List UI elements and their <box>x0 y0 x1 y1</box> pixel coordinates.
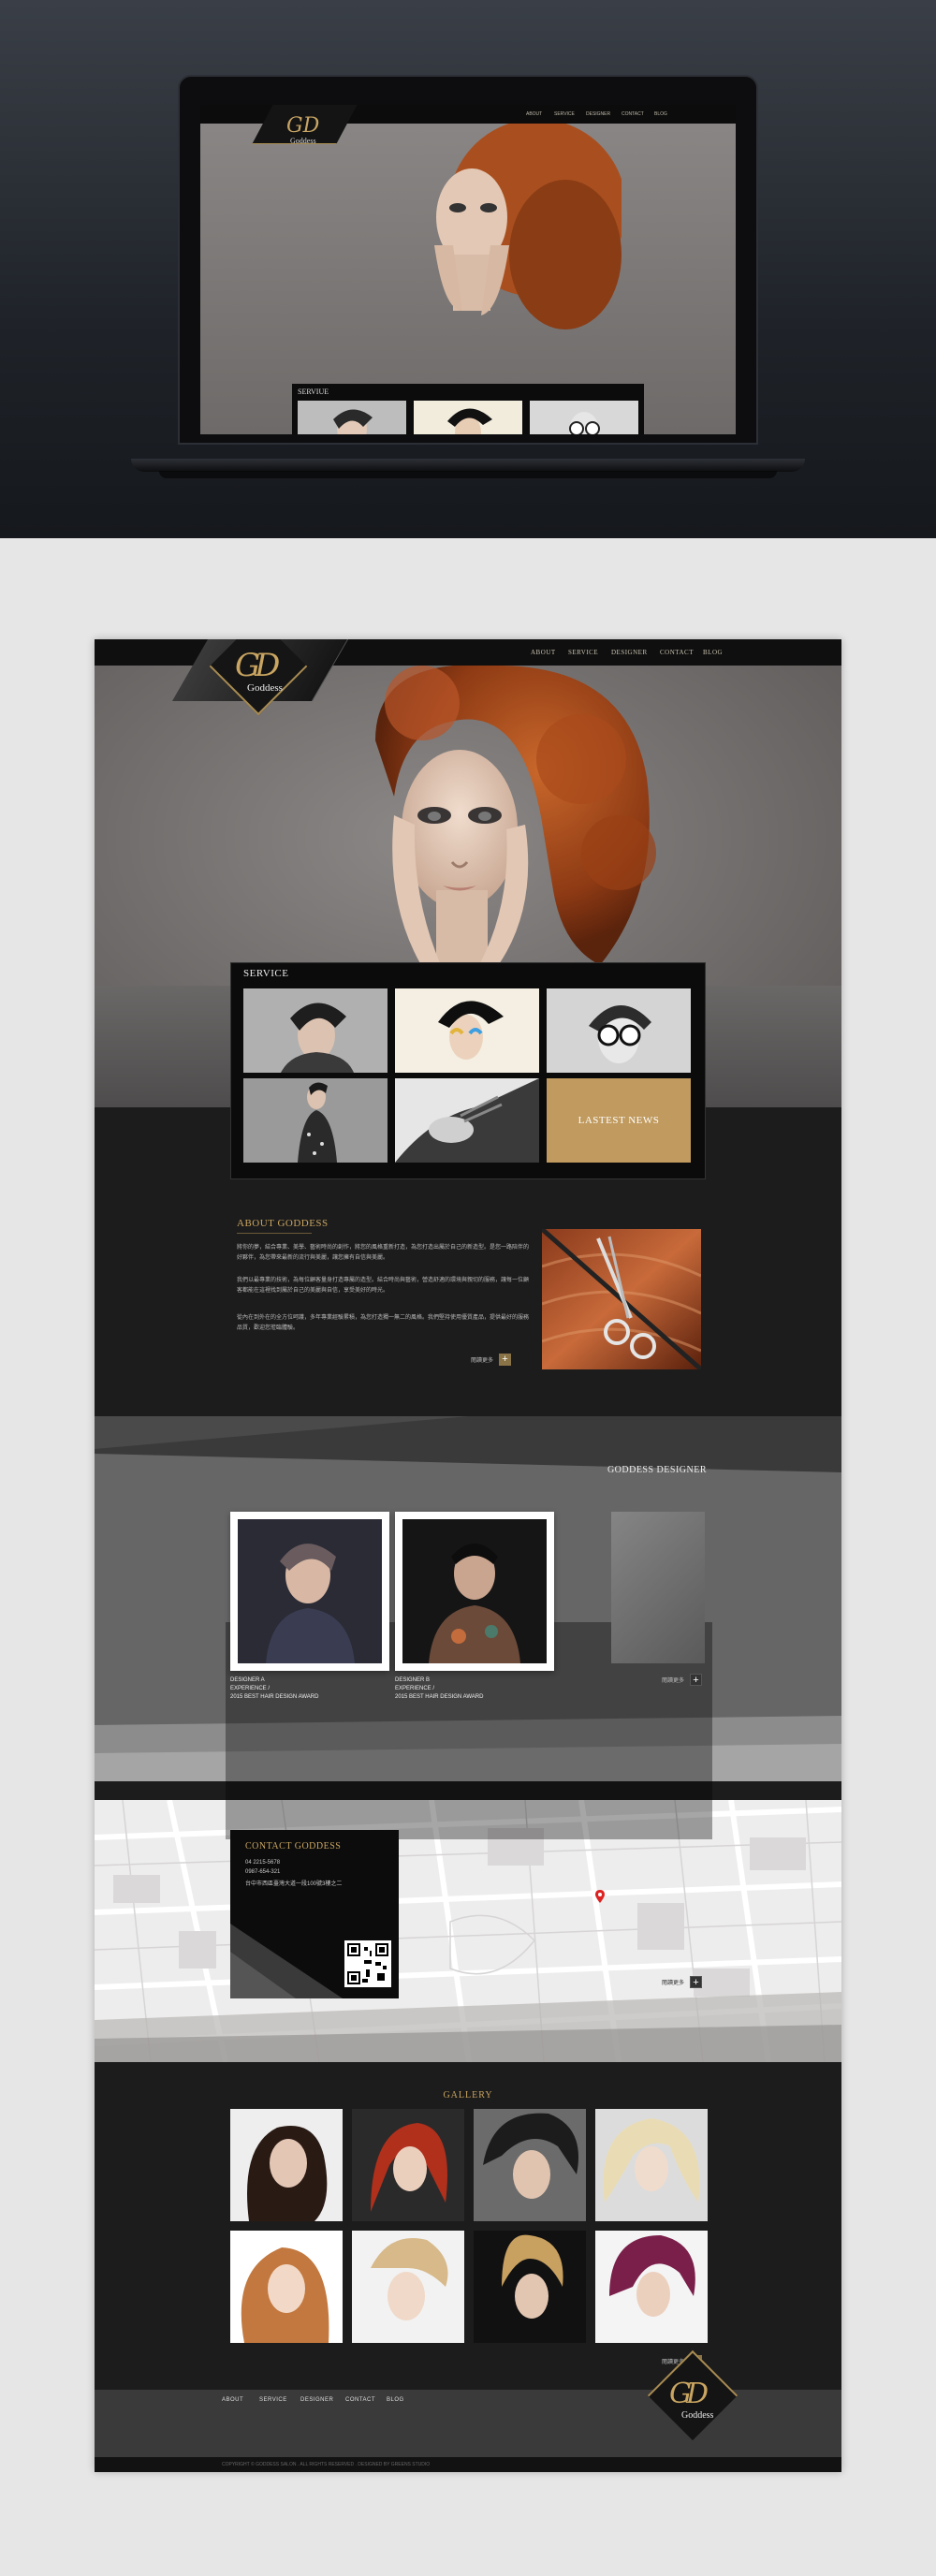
logo-mark[interactable]: GD <box>235 647 280 684</box>
designer-more-link[interactable]: 閱讀更多 + <box>662 1673 703 1686</box>
footer-nav-blog[interactable]: BLOG <box>387 2397 404 2403</box>
mini-nav-blog: BLOG <box>654 111 667 117</box>
map-pin-icon[interactable] <box>595 1890 605 1903</box>
contact-more-label: 閱讀更多 <box>662 1980 685 1986</box>
mini-nav-service: SERVICE <box>554 111 575 117</box>
laptop-mockup: ABOUT SERVICE DESIGNER CONTACT BLOG GD G… <box>178 75 758 445</box>
about-divider <box>237 1233 312 1234</box>
website-page: ABOUT SERVICE DESIGNER CONTACT BLOG ABOU… <box>95 639 841 2472</box>
designer-photo <box>238 1519 382 1663</box>
laptop-base <box>131 459 805 472</box>
copyright-text: COPYRIGHT © GODDESS SALON . ALL RIGHTS R… <box>222 2462 431 2467</box>
service-thumb[interactable] <box>395 988 539 1073</box>
nav-designer[interactable]: DESIGNER <box>611 649 648 656</box>
footer-nav-service[interactable]: SERVICE <box>259 2397 287 2403</box>
nav-blog[interactable]: BLOG <box>703 649 723 656</box>
mini-service-thumb <box>530 401 638 434</box>
service-thumb[interactable] <box>395 1078 539 1163</box>
nav-service[interactable]: SERVICE <box>568 649 598 656</box>
plus-icon[interactable]: + <box>690 1673 703 1686</box>
mini-hero-portrait <box>434 124 622 329</box>
laptop-showcase: ABOUT SERVICE DESIGNER CONTACT BLOG GD G… <box>0 0 936 538</box>
mini-service-panel: SERVIUE <box>292 384 644 434</box>
about-title: ABOUT GODDESS <box>237 1218 329 1229</box>
designer-b-name: DESIGNER B <box>395 1677 431 1683</box>
plus-icon[interactable]: + <box>690 1975 703 1988</box>
mini-nav-about: ABOUT <box>526 111 543 117</box>
gallery-thumb[interactable] <box>230 2231 343 2343</box>
about-more-label: 閱讀更多 <box>471 1357 494 1364</box>
gallery-thumb[interactable] <box>474 2109 586 2221</box>
footer-logo-text: Goddess <box>681 2410 714 2421</box>
designer-more-label: 閱讀更多 <box>662 1677 685 1684</box>
copyright-bar <box>95 2457 841 2472</box>
latest-news-label: LASTEST NEWS <box>578 1115 660 1126</box>
contact-title: CONTACT GODDESS <box>245 1841 342 1852</box>
designer-a-role: EXPERIENCE / <box>230 1686 271 1691</box>
logo-text[interactable]: Goddess <box>247 682 283 694</box>
designer-b-role: EXPERIENCE / <box>395 1686 435 1691</box>
laptop-base-shadow <box>159 471 777 478</box>
mini-service-title: SERVIUE <box>298 388 329 396</box>
designer-b-info: DESIGNER B EXPERIENCE / 2015 BEST HAIR D… <box>395 1676 483 1702</box>
contact-mobile[interactable]: 0987-654-321 <box>245 1869 280 1875</box>
service-thumb[interactable] <box>243 1078 388 1163</box>
contact-map[interactable] <box>95 1800 841 2062</box>
designer-decor-panel <box>611 1512 705 1663</box>
about-scissors-image <box>542 1229 701 1369</box>
footer-nav-about[interactable]: ABOUT <box>222 2397 243 2403</box>
service-thumb[interactable] <box>243 988 388 1073</box>
designer-title: GODDESS DESIGNER <box>607 1465 707 1475</box>
about-paragraph: 從內在到外在的全方位呵護，多年專業經驗累積，為您打造獨一無二的風格。我們堅持使用… <box>237 1315 530 1331</box>
street-map <box>95 1800 841 2062</box>
about-paragraph: 我們以最專業的技術，為每位顧客量身打造專屬的造型。結合時尚與藝術，營造舒適的環境… <box>237 1278 530 1294</box>
laptop-screen: ABOUT SERVICE DESIGNER CONTACT BLOG GD G… <box>200 105 736 434</box>
latest-news-tile[interactable]: LASTEST NEWS <box>547 1078 691 1163</box>
about-paragraph: 將你的夢，結合專業、美學、藝術時尚的創作，將您的風格重新打造，為您打造出屬於自己… <box>237 1245 530 1261</box>
mini-service-thumb <box>298 401 406 434</box>
designer-card-a[interactable] <box>230 1512 389 1671</box>
contact-more-link[interactable]: 閱讀更多 + <box>662 1975 703 1988</box>
nav-contact[interactable]: CONTACT <box>660 649 694 656</box>
footer-logo-mark: GD <box>669 2378 709 2410</box>
contact-address: 台中市西區臺灣大道一段100號3樓之二 <box>245 1881 343 1887</box>
contact-card: CONTACT GODDESS 04 2215-5678 0987-654-32… <box>230 1830 399 1998</box>
gallery-thumb[interactable] <box>474 2231 586 2343</box>
designer-card-b[interactable] <box>395 1512 554 1671</box>
service-title: SERVICE <box>243 968 289 979</box>
gallery-thumb[interactable] <box>595 2109 708 2221</box>
gallery-title: GALLERY <box>443 2090 493 2100</box>
footer-nav-designer[interactable]: DESIGNER <box>300 2397 333 2403</box>
mini-nav-designer: DESIGNER <box>586 111 611 117</box>
designer-a-info: DESIGNER A EXPERIENCE / 2015 BEST HAIR D… <box>230 1676 318 1702</box>
qr-code-icon <box>344 1940 391 1987</box>
contact-phone[interactable]: 04 2215-5678 <box>245 1860 280 1866</box>
gallery-thumb[interactable] <box>595 2231 708 2343</box>
plus-icon[interactable]: + <box>499 1353 512 1366</box>
nav-about[interactable]: ABOUT <box>531 649 556 656</box>
designer-a-name: DESIGNER A <box>230 1677 265 1683</box>
gallery-thumb[interactable] <box>352 2109 464 2221</box>
mini-nav-contact: CONTACT <box>622 111 644 117</box>
service-thumb[interactable] <box>547 988 691 1073</box>
designer-photo <box>402 1519 547 1663</box>
footer-nav-contact[interactable]: CONTACT <box>345 2397 375 2403</box>
gallery-thumb[interactable] <box>352 2231 464 2343</box>
about-more-link[interactable]: 閱讀更多 + <box>471 1353 512 1366</box>
service-content: SERVICE LASTEST NEWS <box>230 962 706 1179</box>
mini-logo-text: Goddess <box>290 137 316 145</box>
designer-b-award: 2015 BEST HAIR DESIGN AWARD <box>395 1694 484 1700</box>
designer-a-award: 2015 BEST HAIR DESIGN AWARD <box>230 1694 319 1700</box>
mini-logo-mark: GD <box>286 114 320 138</box>
mini-service-thumb <box>414 401 522 434</box>
gallery-thumb[interactable] <box>230 2109 343 2221</box>
